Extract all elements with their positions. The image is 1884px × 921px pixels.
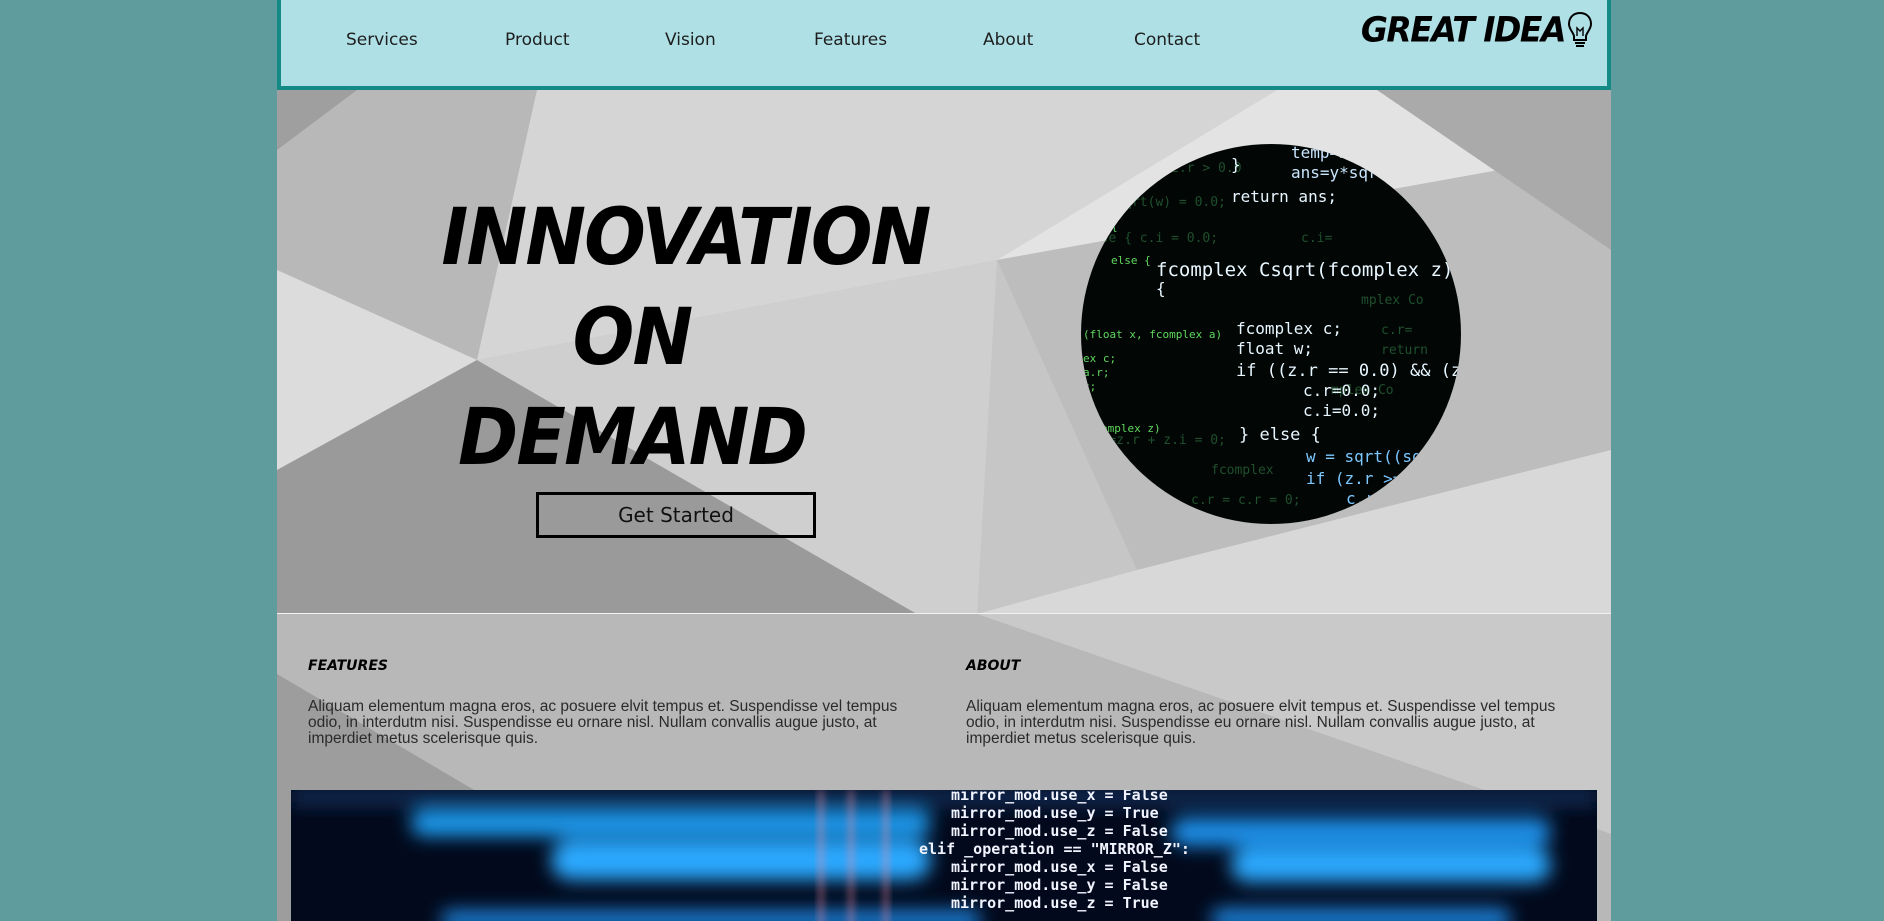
code-image: } else if (z.r > 0.0 c.r=sqrt(w) = 0.0; …: [1081, 144, 1461, 524]
headline-line-3: DEMAND: [458, 393, 808, 483]
site-logo[interactable]: GREAT IDEA: [1360, 9, 1593, 50]
site-page: Services Product Vision Features About C…: [277, 0, 1611, 921]
code-bg-line: c.r = c.r = 0;: [1191, 493, 1301, 508]
code-line: } else {: [1239, 425, 1321, 445]
nav-features[interactable]: Features: [814, 30, 887, 50]
banner-code-line: mirror_mod.use_y = False: [951, 876, 1168, 894]
hero-headline: INNOVATION ON DEMAND: [441, 188, 931, 488]
code-line: return ans;: [1231, 187, 1337, 206]
top-nav-bar: Services Product Vision Features About C…: [277, 0, 1611, 90]
about-title: ABOUT: [966, 658, 1021, 674]
lightbulb-icon: [1567, 11, 1593, 47]
banner-code-line: mirror_mod.use_x = False: [951, 858, 1168, 876]
banner-code-line: mirror_mod.use_z = True: [951, 894, 1159, 912]
code-bg-line: c.r=: [1381, 323, 1412, 338]
code-line: float w;: [1236, 339, 1313, 358]
code-bg-line: fcomplex: [1211, 463, 1274, 478]
logo-text: GREAT IDEA: [1360, 9, 1567, 50]
nav-about[interactable]: About: [983, 30, 1033, 50]
hero-section: INNOVATION ON DEMAND Get Started } else …: [277, 90, 1611, 614]
get-started-button[interactable]: Get Started: [536, 492, 816, 538]
nav-contact[interactable]: Contact: [1134, 30, 1200, 50]
nav-vision[interactable]: Vision: [665, 30, 716, 50]
headline-line-1: INNOVATION: [441, 193, 931, 283]
code-bg-line: mplex Co: [1361, 293, 1424, 308]
banner-code-line: mirror_mod.use_x = False: [951, 790, 1168, 804]
code-line: if ((z.r == 0.0) && (z.i == 0.0)) {: [1236, 361, 1461, 381]
code-banner-image: mirror_mod.use_x = False mirror_mod.use_…: [291, 790, 1597, 921]
code-side-line: else {: [1111, 254, 1151, 267]
code-line: }: [1231, 155, 1241, 174]
section-divider: [277, 613, 1611, 614]
nav-product[interactable]: Product: [505, 30, 570, 50]
code-bg-line: c.i=: [1301, 231, 1332, 246]
banner-code-line: mirror_mod.use_y = True: [951, 804, 1159, 822]
nav-services[interactable]: Services: [346, 30, 418, 50]
code-bg-line: return: [1381, 343, 1428, 358]
code-side-line: omplex z): [1101, 422, 1161, 435]
about-body: Aliquam elementum magna eros, ac posuere…: [966, 698, 1556, 747]
code-side-line: ex c;: [1083, 352, 1116, 365]
code-line: c.r=0.0;: [1303, 381, 1380, 400]
code-line: c.i=0.0;: [1303, 401, 1380, 420]
headline-line-2: ON: [572, 293, 694, 383]
code-line: fcomplex c;: [1236, 319, 1342, 338]
features-title: FEATURES: [308, 658, 388, 674]
code-line: fcomplex Csqrt(fcomplex z): [1156, 259, 1453, 281]
banner-code-line: mirror_mod.use_z = False: [951, 822, 1168, 840]
code-side-line: a.r;: [1083, 366, 1110, 379]
code-line: {: [1156, 279, 1166, 298]
code-side-line: (float x, fcomplex a): [1083, 328, 1222, 341]
info-section: FEATURES Aliquam elementum magna eros, a…: [277, 614, 1611, 921]
features-body: Aliquam elementum magna eros, ac posuere…: [308, 698, 898, 747]
banner-code-line: elif _operation == "MIRROR_Z":: [919, 840, 1190, 858]
